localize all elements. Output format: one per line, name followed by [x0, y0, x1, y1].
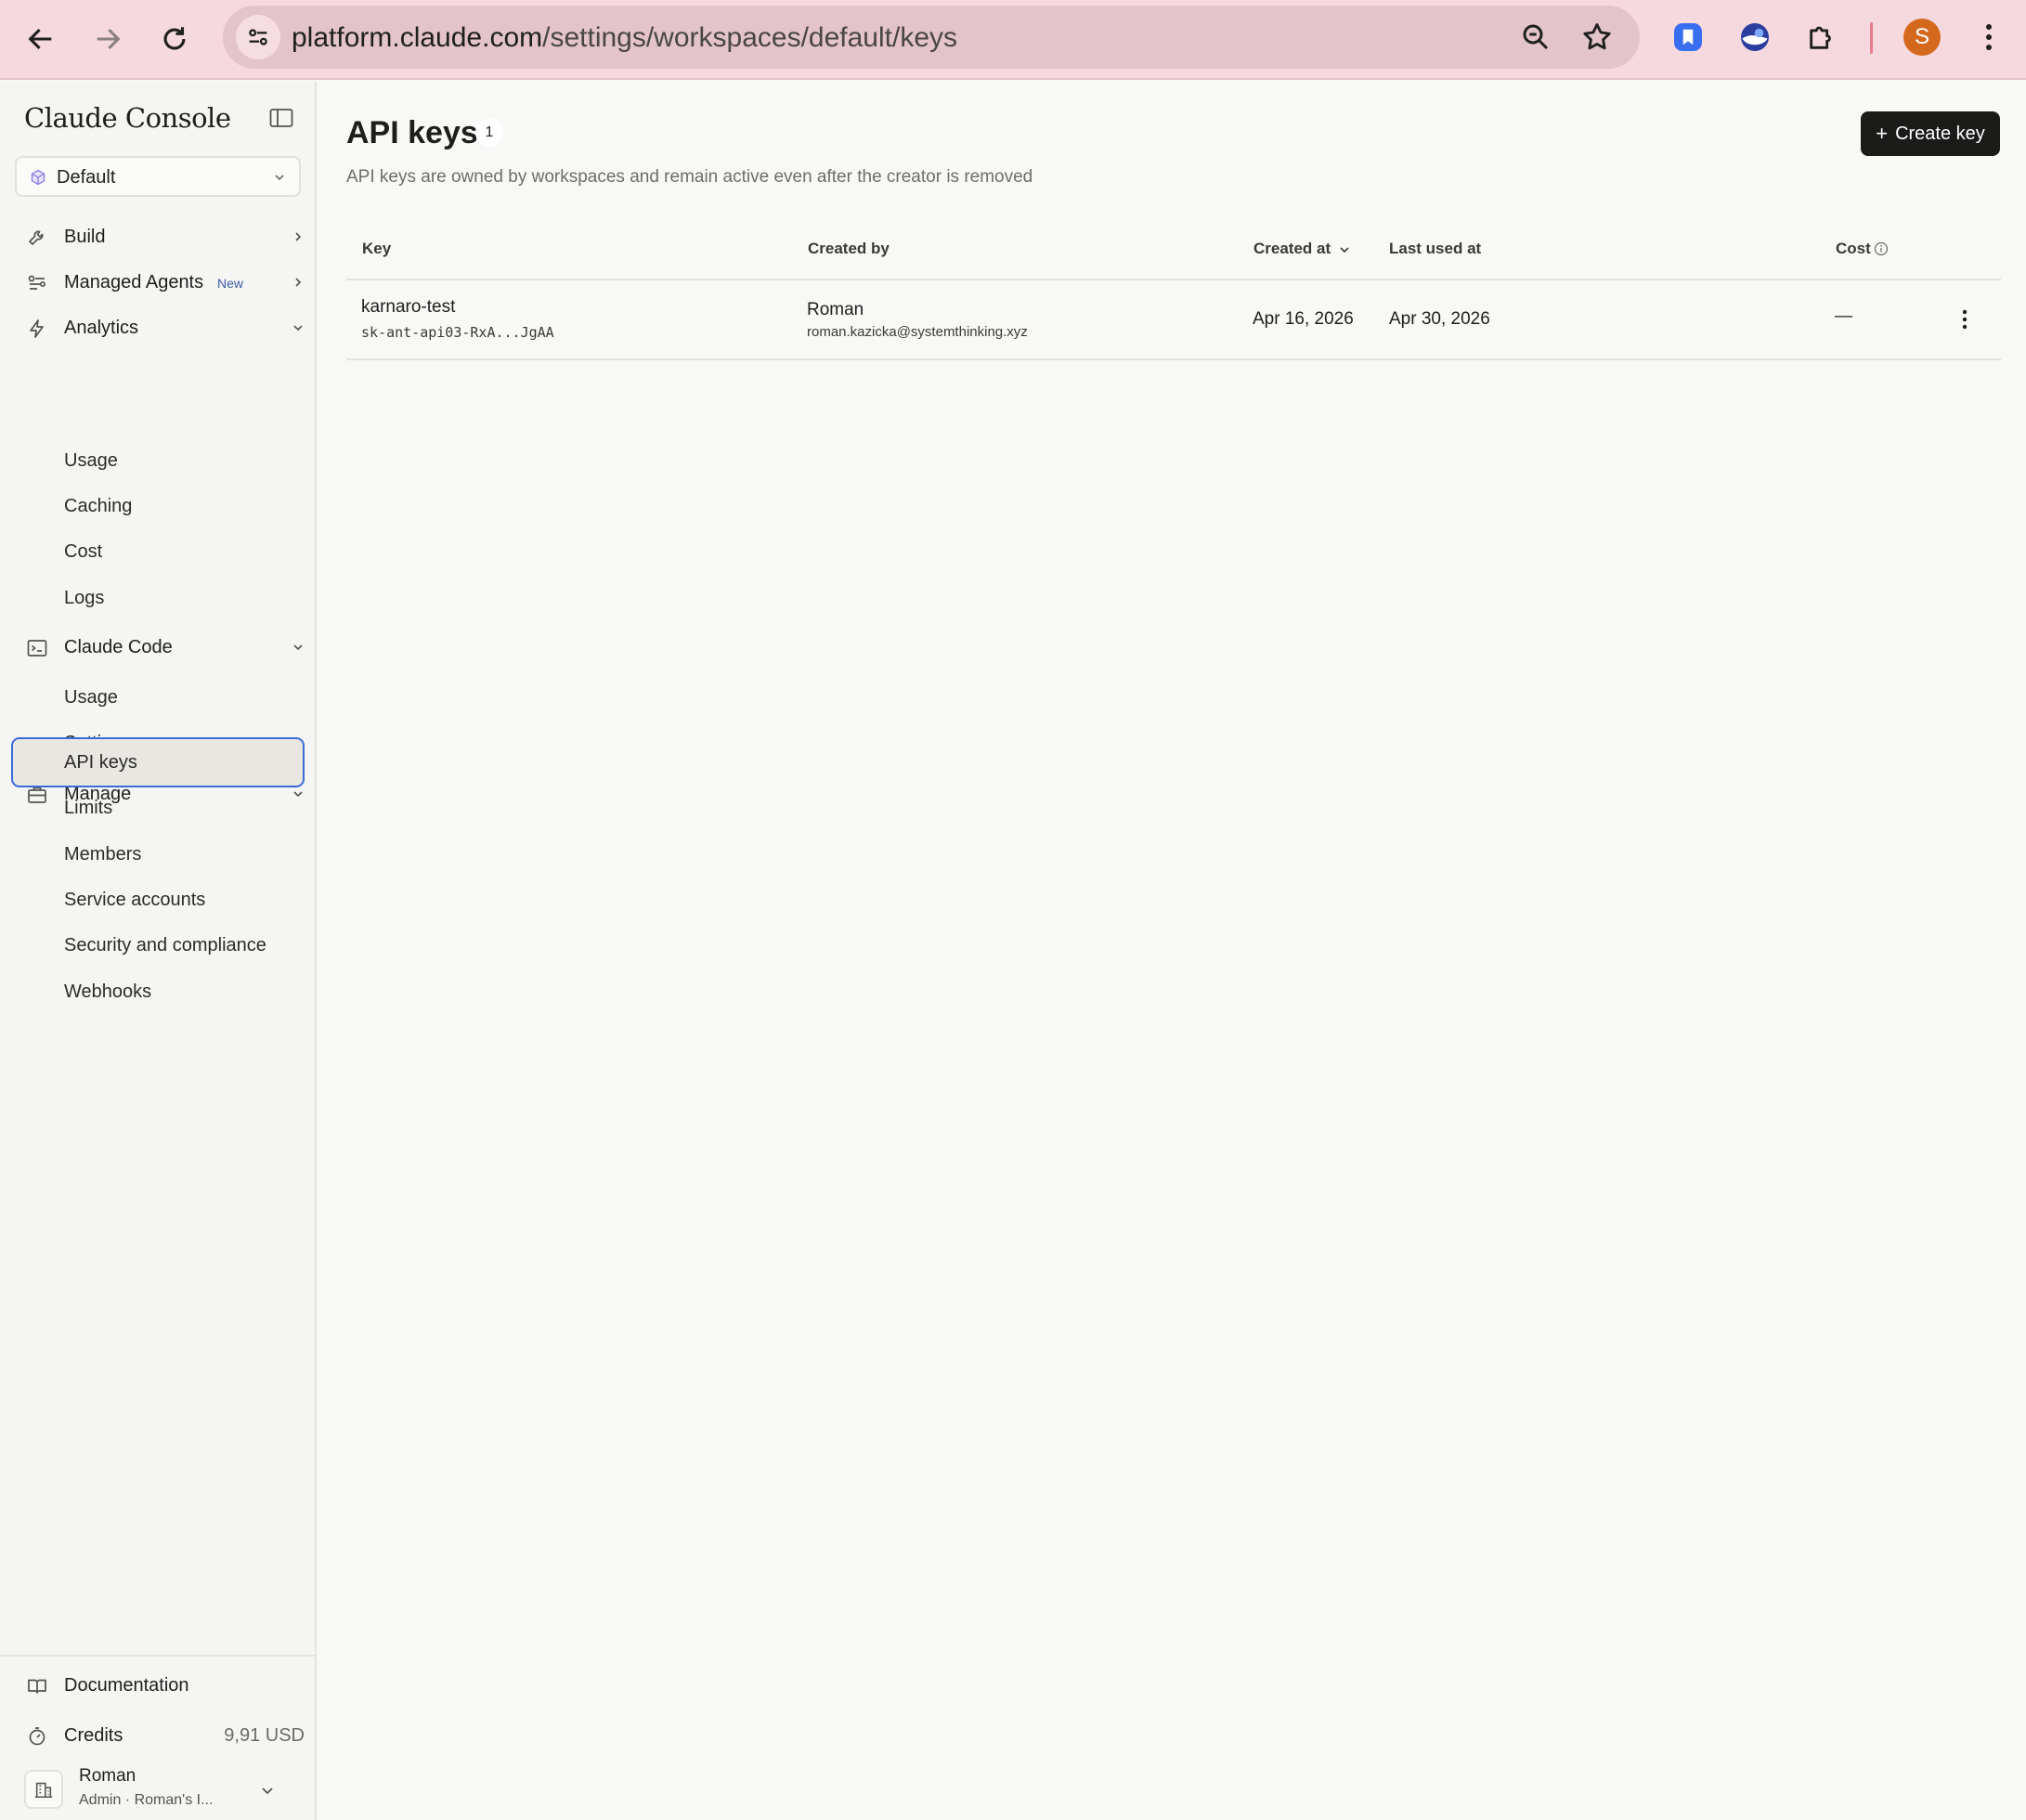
last-used-value: Apr 30, 2026 — [1389, 309, 1490, 329]
nav-claude-code-label: Claude Code — [64, 637, 173, 657]
more-vertical-icon — [1962, 309, 1968, 330]
chevron-right-icon — [295, 232, 302, 241]
created-at-value: Apr 16, 2026 — [1253, 309, 1354, 329]
row-actions-button[interactable] — [1954, 305, 1976, 334]
bookmark-star-icon[interactable] — [1580, 20, 1614, 54]
keys-count-badge: 1 — [475, 119, 503, 147]
nav-documentation[interactable]: Documentation — [26, 1668, 305, 1705]
nav-build[interactable]: Build — [26, 219, 305, 256]
extensions-puzzle-icon[interactable] — [1803, 19, 1840, 56]
toolbar-divider — [1870, 22, 1873, 54]
table-header-divider — [346, 279, 2001, 280]
table-row-divider — [346, 358, 2001, 360]
key-name: karnaro-test — [361, 297, 456, 317]
zoom-icon[interactable] — [1519, 20, 1552, 54]
workspace-select[interactable]: Default — [15, 156, 301, 197]
column-last-used-at: Last used at — [1389, 240, 1482, 257]
nav-build-label: Build — [64, 227, 106, 247]
sort-chevron-icon[interactable] — [1338, 243, 1351, 256]
nav-credits[interactable]: Credits 9,91 USD — [26, 1718, 305, 1755]
sidebar-item-caching[interactable]: Caching — [64, 496, 132, 517]
credits-balance: 9,91 USD — [224, 1725, 305, 1746]
timer-icon — [29, 1727, 45, 1746]
chevron-down-icon — [293, 791, 303, 798]
arrow-right-icon — [97, 28, 121, 50]
info-icon[interactable] — [1874, 241, 1889, 256]
url-path: /settings/workspaces/default/keys — [542, 22, 958, 53]
nav-documentation-label: Documentation — [64, 1675, 189, 1696]
site-info-button[interactable] — [236, 15, 280, 59]
tune-icon — [249, 29, 267, 46]
cost-value: — — [1835, 306, 1852, 326]
column-key: Key — [362, 240, 392, 257]
sidebar-item-service-accounts[interactable]: Service accounts — [64, 890, 205, 911]
browser-menu-icon[interactable] — [1976, 19, 2002, 56]
profile-avatar[interactable]: S — [1903, 19, 1941, 56]
reload-button[interactable] — [152, 17, 197, 61]
creator-name: Roman — [807, 300, 864, 319]
nav-managed-agents-label: Managed Agents — [64, 272, 204, 292]
terminal-icon — [27, 640, 47, 656]
user-name: Roman — [79, 1766, 136, 1786]
sidebar-item-members[interactable]: Members — [64, 844, 141, 865]
brand-logo[interactable]: Claude Console — [24, 102, 231, 134]
book-icon — [28, 1679, 46, 1694]
page-title: API keys — [346, 115, 478, 150]
sidebar-item-security[interactable]: Security and compliance — [64, 935, 266, 956]
key-masked-value: sk-ant-api03-RxA...JgAA — [361, 324, 554, 341]
url-host: platform.claude.com — [292, 22, 543, 53]
chevron-right-icon — [295, 278, 302, 287]
cube-icon — [31, 169, 45, 186]
sidebar-item-api-keys[interactable]: API keys — [64, 752, 137, 774]
sidebar-item-limits[interactable]: Limits — [64, 798, 112, 819]
workspace-label: Default — [57, 167, 116, 188]
create-key-label: Create key — [1895, 123, 1985, 144]
nav-analytics-label: Analytics — [64, 318, 139, 338]
column-cost: Cost — [1836, 240, 1871, 257]
bookmark-extension-icon[interactable] — [1669, 19, 1707, 56]
user-menu[interactable]: Roman Admin · Roman's I... — [24, 1764, 303, 1816]
lightning-icon — [30, 319, 44, 338]
url-text: platform.claude.com/settings/workspaces/… — [292, 22, 957, 54]
sidebar-item-webhooks[interactable]: Webhooks — [64, 982, 151, 1003]
nav-analytics[interactable]: Analytics — [26, 310, 305, 347]
sidebar-item-logs[interactable]: Logs — [64, 588, 104, 609]
chevron-down-icon — [275, 175, 284, 181]
sidebar: Claude Console Default Build Managed Age… — [0, 82, 317, 1820]
browser-toolbar: platform.claude.com/settings/workspaces/… — [0, 0, 2026, 80]
chevron-down-icon — [293, 325, 303, 332]
wrench-icon — [29, 230, 44, 245]
chevron-down-icon — [293, 644, 303, 651]
reload-icon — [163, 27, 186, 50]
forward-button[interactable] — [85, 17, 130, 61]
sidebar-item-cost[interactable]: Cost — [64, 541, 102, 563]
create-key-button[interactable]: + Create key — [1861, 111, 2000, 156]
chevron-down-icon — [262, 1788, 273, 1795]
sidebar-item-usage[interactable]: Usage — [64, 450, 118, 472]
org-icon — [24, 1770, 63, 1809]
creator-email: roman.kazicka@systemthinking.xyz — [807, 324, 1028, 340]
page-subtitle: API keys are owned by workspaces and rem… — [346, 167, 1033, 187]
column-created-at[interactable]: Created at — [1253, 240, 1331, 258]
user-role: Admin · Roman's I... — [79, 1792, 214, 1808]
new-badge: New — [217, 276, 244, 291]
sidebar-toggle-icon[interactable] — [269, 108, 293, 128]
nav-claude-code[interactable]: Claude Code — [26, 630, 305, 667]
sidebar-item-claude-code-usage[interactable]: Usage — [64, 687, 118, 708]
sidebar-footer-divider — [0, 1655, 315, 1657]
sidebar-item-api-keys-active[interactable] — [11, 737, 305, 787]
nav-credits-label: Credits — [64, 1725, 123, 1746]
back-button[interactable] — [19, 17, 63, 61]
column-created-by: Created by — [808, 240, 890, 257]
plus-icon: + — [1876, 122, 1889, 145]
nav-managed-agents[interactable]: Managed Agents New — [26, 265, 305, 302]
agents-icon — [28, 275, 46, 290]
arrow-left-icon — [28, 28, 52, 50]
globe-extension-icon[interactable] — [1736, 19, 1773, 56]
address-bar[interactable]: platform.claude.com/settings/workspaces/… — [223, 6, 1640, 69]
